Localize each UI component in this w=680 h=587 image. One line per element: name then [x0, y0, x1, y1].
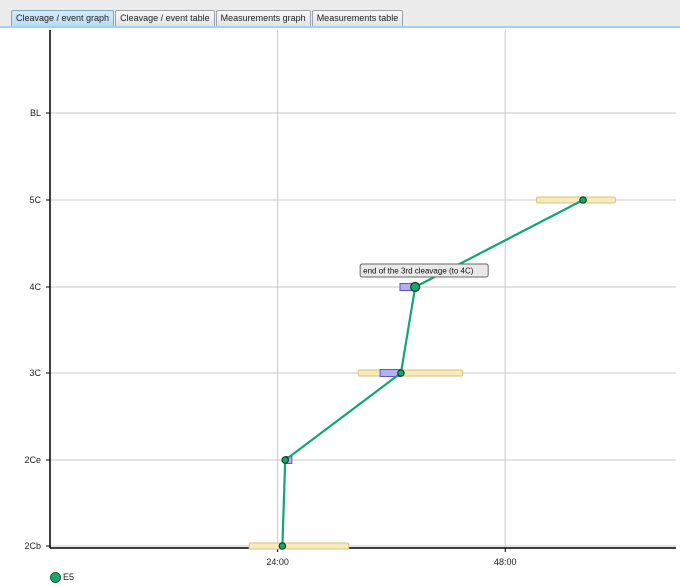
- tab-measurements-graph[interactable]: Measurements graph: [215, 10, 311, 26]
- y-tick-label-5c: 5C: [29, 195, 41, 205]
- cleavage-event-chart: 2Cb 2Ce 3C 4C 5C BL 24:00 48:00 end of the 3rd c…: [24, 30, 676, 567]
- legend-label-e5: E5: [63, 572, 75, 582]
- tab-bar: Cleavage / event graph Cleavage / event …: [0, 0, 680, 27]
- tab-cleavage-event-table[interactable]: Cleavage / event table: [115, 10, 215, 26]
- chart-legend: E5: [50, 570, 74, 584]
- range-bar-1: [357, 369, 464, 377]
- data-point-2: [397, 369, 405, 377]
- tab-cleavage-event-graph[interactable]: Cleavage / event graph: [11, 10, 115, 26]
- x-tick-label-0: 24:00: [266, 557, 289, 567]
- tab-measurements-table[interactable]: Measurements table: [311, 10, 404, 26]
- y-tick-label-2ce: 2Ce: [24, 455, 41, 465]
- tooltip: end of the 3rd cleavage (to 4C): [359, 263, 489, 278]
- data-point-0: [278, 542, 287, 550]
- y-tick-label-2cb: 2Cb: [24, 541, 41, 551]
- range-bar-2: [536, 196, 616, 204]
- data-point-1: [281, 456, 290, 464]
- y-tick-label-3c: 3C: [29, 368, 41, 378]
- tooltip-text: end of the 3rd cleavage (to 4C): [363, 267, 474, 276]
- y-tick-label-bl: BL: [30, 108, 41, 118]
- legend-marker-e5: [50, 571, 61, 583]
- x-tick-label-1: 48:00: [494, 557, 517, 567]
- y-tick-label-4c: 4C: [29, 282, 41, 292]
- data-point-3: [410, 281, 421, 293]
- data-point-4: [579, 196, 587, 204]
- range-bar-0: [248, 542, 350, 550]
- tab-list: Cleavage / event graph Cleavage / event …: [11, 10, 404, 26]
